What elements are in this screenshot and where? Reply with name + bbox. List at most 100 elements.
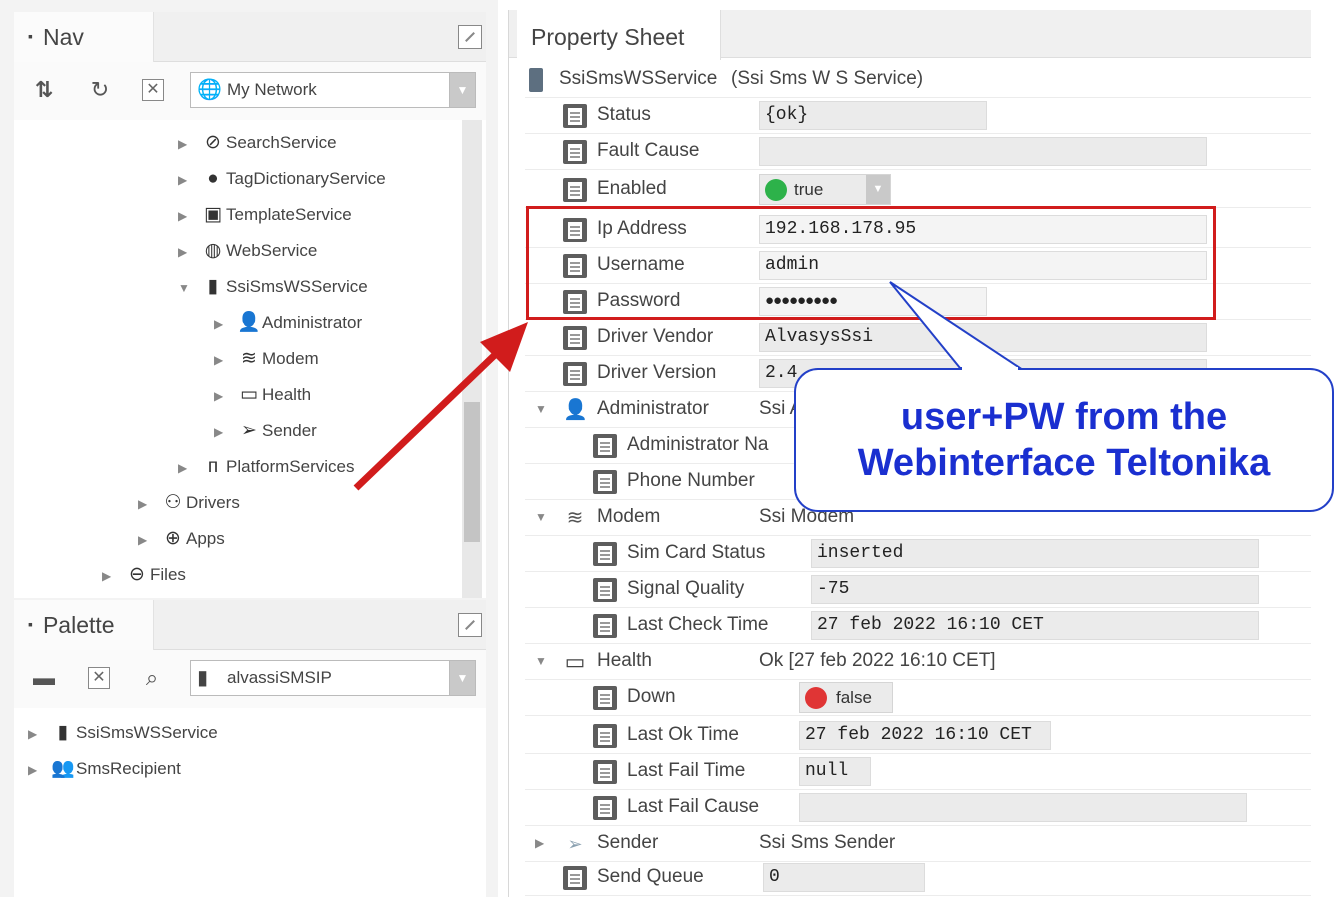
expand-arrow-icon[interactable]: ▶ <box>102 561 124 591</box>
expand-arrow-icon[interactable]: ▶ <box>214 381 236 411</box>
component-name: SsiSmsWSService <box>559 68 718 89</box>
property-sheet-icon <box>593 578 617 602</box>
palette-item-ssismswsservice[interactable]: ▶ ▮ SsiSmsWSService <box>28 718 218 748</box>
expand-arrow-icon[interactable]: ▶ <box>214 417 236 447</box>
property-row-signal-quality[interactable]: Signal Quality -75 <box>525 572 1311 608</box>
folder-icon[interactable]: ▬ <box>30 664 58 692</box>
tree-node-webservice[interactable]: ▶ ◍ WebService <box>178 236 317 266</box>
tree-node-ssismswsservice[interactable]: ▼ ▮ SsiSmsWSService <box>178 272 368 302</box>
palette-tree: ▶ ▮ SsiSmsWSService ▶ 👥SmsRecipient <box>14 708 486 897</box>
palette-title: Palette <box>42 612 115 638</box>
tree-node-label: TagDictionaryService <box>226 169 386 188</box>
tree-node-apps[interactable]: ▶ ⊕ Apps <box>138 524 225 554</box>
nav-scrollbar[interactable] <box>462 120 482 598</box>
ip-address-input[interactable]: 192.168.178.95 <box>759 215 1207 244</box>
tree-node-files[interactable]: ▶ ⊖ Files <box>102 560 186 590</box>
chevron-down-icon[interactable]: ▼ <box>449 661 475 695</box>
palette-item-smsrecipient[interactable]: ▶ 👥SmsRecipient <box>28 754 181 784</box>
expand-arrow-icon[interactable]: ▶ <box>214 309 236 339</box>
expand-arrow-icon[interactable]: ▶ <box>28 719 50 749</box>
tree-node-health[interactable]: ▶ ▭ Health <box>214 380 311 410</box>
expand-arrow-icon[interactable]: ▶ <box>214 345 236 375</box>
nav-tab[interactable]: ▪ Nav <box>14 12 154 62</box>
property-sheet-icon <box>563 104 587 128</box>
property-label: Sender <box>597 832 659 853</box>
property-row-fault-cause[interactable]: Fault Cause <box>525 134 1311 170</box>
property-row-last-check-time[interactable]: Last Check Time 27 feb 2022 16:10 CET <box>525 608 1311 644</box>
property-row-sender[interactable]: ▶ ➢ Sender Ssi Sms Sender <box>525 826 1311 862</box>
close-icon[interactable]: ✕ <box>88 667 110 689</box>
find-icon[interactable]: ⌕ <box>138 664 166 692</box>
maximize-icon[interactable] <box>458 25 482 49</box>
tree-node-modem[interactable]: ▶ ≋ Modem <box>214 344 319 374</box>
collapse-arrow-icon[interactable]: ▼ <box>535 510 547 524</box>
property-row-sim-card-status[interactable]: Sim Card Status inserted <box>525 536 1311 572</box>
username-input[interactable]: admin <box>759 251 1207 280</box>
collapse-arrow-icon[interactable]: ▼ <box>535 654 547 668</box>
property-row-last-ok-time[interactable]: Last Ok Time 27 feb 2022 16:10 CET <box>525 718 1311 754</box>
expand-arrow-icon[interactable]: ▶ <box>178 129 200 159</box>
property-row-driver-vendor[interactable]: Driver Vendor AlvasysSsi <box>525 320 1311 356</box>
expand-arrow-icon[interactable]: ▶ <box>178 165 200 195</box>
tree-node-templateservice[interactable]: ▶ ▣ TemplateService <box>178 200 352 230</box>
property-row-last-fail-cause[interactable]: Last Fail Cause <box>525 790 1311 826</box>
property-label: Fault Cause <box>597 140 700 161</box>
fault-cause-field <box>759 137 1207 166</box>
property-label: Phone Number <box>627 470 755 491</box>
expand-arrow-icon[interactable]: ▶ <box>138 489 160 519</box>
property-label: Last Ok Time <box>627 724 739 745</box>
tree-node-searchservice[interactable]: ▶ ⊘ SearchService <box>178 128 337 158</box>
collapse-arrow-icon[interactable]: ▼ <box>178 273 200 303</box>
drivers-icon: ⚇ <box>164 492 182 513</box>
property-row-last-fail-time[interactable]: Last Fail Time null <box>525 754 1311 790</box>
tag-dictionary-icon: ● <box>207 168 219 189</box>
property-row-username[interactable]: Username admin <box>525 248 1311 284</box>
tree-node-tagdictionaryservice[interactable]: ▶ ● TagDictionaryService <box>178 164 386 194</box>
green-bullet-icon <box>765 179 787 201</box>
palette-tab[interactable]: ▪ Palette <box>14 600 154 650</box>
palette-module-selector[interactable]: ▮ alvassiSMSIP ▼ <box>190 660 476 696</box>
property-row-password[interactable]: Password ●●●●●●●●● <box>525 284 1311 320</box>
property-sheet-icon <box>593 724 617 748</box>
network-selector[interactable]: 🌐 My Network ▼ <box>190 72 476 108</box>
property-row-status[interactable]: Status {ok} <box>525 98 1311 134</box>
expand-arrow-icon[interactable]: ▶ <box>138 525 160 555</box>
expand-arrow-icon[interactable]: ▶ <box>178 201 200 231</box>
expand-arrow-icon[interactable]: ▶ <box>28 755 50 785</box>
collapse-dot-icon[interactable]: ▪ <box>28 616 33 632</box>
tree-node-platformservices[interactable]: ▶ ᴨ PlatformServices <box>178 452 354 482</box>
expand-arrow-icon[interactable]: ▶ <box>178 237 200 267</box>
component-header-row[interactable]: SsiSmsWSService (Ssi Sms W S Service) <box>525 62 1311 98</box>
property-sheet-icon <box>593 796 617 820</box>
property-row-down[interactable]: Down false <box>525 680 1311 716</box>
tree-node-drivers[interactable]: ▶ ⚇ Drivers <box>138 488 240 518</box>
phone-device-icon: ▮ <box>57 722 69 743</box>
expand-arrow-icon[interactable]: ▶ <box>535 836 544 850</box>
close-icon[interactable]: ✕ <box>142 79 164 101</box>
property-row-health[interactable]: ▼ ▭ Health Ok [27 feb 2022 16:10 CET] <box>525 644 1311 680</box>
property-label: Down <box>627 686 676 707</box>
property-sheet-icon <box>563 254 587 278</box>
property-sheet-icon <box>563 326 587 350</box>
property-sheet-icon <box>563 178 587 202</box>
property-row-send-queue[interactable]: Send Queue 0 <box>525 860 1311 896</box>
nav-scrollbar-thumb[interactable] <box>464 402 480 542</box>
refresh-icon[interactable]: ↻ <box>86 76 114 104</box>
nav-tree: ▶ ⊘ SearchService ▶ ● TagDictionaryService ▶… <box>14 120 486 598</box>
chevron-down-icon[interactable]: ▼ <box>866 175 890 204</box>
collapse-arrow-icon[interactable]: ▼ <box>535 402 547 416</box>
tree-node-label: Health <box>262 385 312 404</box>
chevron-down-icon[interactable]: ▼ <box>449 73 475 107</box>
property-row-ip-address[interactable]: Ip Address 192.168.178.95 <box>525 212 1311 248</box>
property-sheet-icon <box>563 140 587 164</box>
password-input[interactable]: ●●●●●●●●● <box>759 287 987 316</box>
property-row-enabled[interactable]: Enabled true ▼ <box>525 172 1311 208</box>
sync-arrows-icon[interactable]: ⇅ <box>30 76 58 104</box>
maximize-icon[interactable] <box>458 613 482 637</box>
collapse-dot-icon[interactable]: ▪ <box>28 28 33 44</box>
tab-property-sheet[interactable]: Property Sheet <box>517 10 721 60</box>
tree-node-sender[interactable]: ▶ ➢ Sender <box>214 416 317 446</box>
tree-node-administrator[interactable]: ▶ 👤Administrator <box>214 308 362 338</box>
expand-arrow-icon[interactable]: ▶ <box>178 453 200 483</box>
enabled-select[interactable]: true ▼ <box>759 174 891 205</box>
